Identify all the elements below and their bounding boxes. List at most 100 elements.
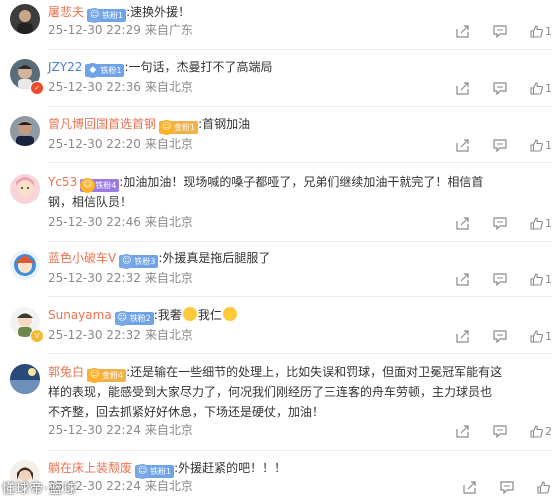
- share-button[interactable]: [456, 216, 469, 230]
- comment-icon: [492, 82, 507, 95]
- thumbs-up-icon: [537, 481, 550, 494]
- like-count: 1: [545, 81, 552, 95]
- comment-icon: [499, 481, 514, 494]
- comment-source: 来自北京: [144, 271, 193, 285]
- avatar[interactable]: [10, 174, 40, 204]
- divider: [48, 450, 552, 451]
- comment-source: 来自北京: [144, 137, 193, 151]
- like-button[interactable]: 2: [530, 424, 552, 438]
- avatar[interactable]: [10, 116, 40, 146]
- comment-item: 曾凡博回国首选首钢 ☺ 金粉1:首钢加油 25-12-30 22:20 来自北京 1: [0, 112, 560, 164]
- comment-username[interactable]: 蓝色小破车V: [48, 251, 116, 265]
- comment-source: 来自北京: [144, 479, 193, 493]
- comment-username[interactable]: 躺在床上装颓废: [48, 461, 132, 475]
- comment-text: :外援赶紧的吧！！！: [174, 461, 287, 475]
- comment-item: 郭兔白 ☺ 金粉4:还是输在一些细节的处理上，比如失误和罚球，但面对卫冕冠军能有这样…: [0, 360, 560, 452]
- reply-button[interactable]: [492, 216, 507, 230]
- reply-button[interactable]: [492, 272, 507, 286]
- reply-button[interactable]: [492, 424, 507, 438]
- comment-item: 屠悲夫 ☺ 铁粉1:速换外援！ 25-12-30 22:29 来自广东 1: [0, 0, 560, 50]
- reply-button[interactable]: [492, 81, 507, 95]
- fan-badge: ☺ 金粉1: [159, 120, 199, 135]
- share-icon: [456, 330, 469, 343]
- thumbs-up-icon: [530, 82, 543, 95]
- comment-text: :我奢: [153, 308, 182, 322]
- fan-badge: ☺ 金粉4: [87, 368, 127, 383]
- comment-text: :一句话，杰曼打不了高端局: [124, 60, 273, 74]
- comment-username[interactable]: Sunayama: [48, 308, 112, 322]
- avatar[interactable]: [10, 250, 40, 280]
- fan-badge: ☺ 铁粉4: [80, 178, 120, 193]
- share-button[interactable]: [456, 329, 469, 343]
- thumbs-up-icon: [530, 139, 543, 152]
- comment-icon: [492, 25, 507, 38]
- thumbs-up-icon: [530, 425, 543, 438]
- fan-badge: ◆ 铁粉1: [85, 63, 125, 78]
- comment-feed: 屠悲夫 ☺ 铁粉1:速换外援！ 25-12-30 22:29 来自广东 1 ✓ JZY…: [0, 0, 560, 500]
- thumbs-up-icon: [530, 217, 543, 230]
- comment-item: Yc53 ☺ 铁粉4:加油加油！现场喊的嗓子都哑了，兄弟们继续加油干就完了！相信首钢…: [0, 170, 560, 242]
- thumbs-up-icon: [530, 330, 543, 343]
- like-button[interactable]: 1: [530, 216, 552, 230]
- like-button[interactable]: 1: [530, 329, 552, 343]
- comment-icon: [492, 330, 507, 343]
- like-button[interactable]: 1: [530, 81, 552, 95]
- like-count: 2: [545, 424, 552, 438]
- comment-actions: 1: [436, 216, 552, 230]
- like-button[interactable]: 1: [530, 24, 552, 38]
- comment-username[interactable]: 郭兔白: [48, 365, 84, 379]
- comment-actions: 1: [436, 138, 552, 152]
- verified-badge-icon: V: [30, 329, 44, 343]
- reply-button[interactable]: [492, 329, 507, 343]
- comment-meta: 25-12-30 22:24 来自北京: [48, 422, 193, 438]
- comment-text: :外援真是拖后腿服了: [158, 251, 271, 265]
- like-count: 1: [545, 138, 552, 152]
- like-button[interactable]: 1: [530, 138, 552, 152]
- divider: [48, 353, 552, 354]
- comment-time: 25-12-30 22:29: [48, 23, 141, 37]
- comment-source: 来自广东: [144, 23, 193, 37]
- comment-username[interactable]: 曾凡博回国首选首钢: [48, 117, 156, 131]
- avatar[interactable]: [10, 4, 40, 34]
- share-button[interactable]: [456, 272, 469, 286]
- comment-username[interactable]: 屠悲夫: [48, 5, 84, 19]
- comment-source: 来自北京: [144, 328, 193, 342]
- thumbs-up-icon: [530, 25, 543, 38]
- comment-time: 25-12-30 22:32: [48, 271, 141, 285]
- comment-meta: 25-12-30 22:32 来自北京: [48, 327, 193, 343]
- fan-badge: ☺ 铁粉3: [119, 254, 159, 269]
- comment-meta: 25-12-30 22:36 来自北京: [48, 79, 193, 95]
- reply-button[interactable]: [492, 138, 507, 152]
- comment-actions: 1: [436, 24, 552, 38]
- comment-time: 25-12-30 22:24: [48, 423, 141, 437]
- comment-actions: [443, 480, 552, 494]
- like-button[interactable]: 1: [530, 272, 552, 286]
- smile-emoji-icon: [222, 307, 237, 321]
- share-button[interactable]: [456, 24, 469, 38]
- comment-item: V Sunayama ☺ 铁粉2:我奢 我仁 25-12-30 22:32 来自北京 1: [0, 303, 560, 355]
- like-count: 1: [545, 216, 552, 230]
- comment-username[interactable]: JZY22: [48, 60, 82, 74]
- comment-item: 蓝色小破车V ☺ 铁粉3:外援真是拖后腿服了 25-12-30 22:32 来自北京 …: [0, 246, 560, 298]
- comment-meta: 25-12-30 22:46 来自北京: [48, 214, 193, 230]
- comment-icon: [492, 139, 507, 152]
- share-button[interactable]: [456, 138, 469, 152]
- share-button[interactable]: [463, 480, 476, 494]
- reply-button[interactable]: [492, 24, 507, 38]
- share-icon: [456, 425, 469, 438]
- like-button[interactable]: [537, 480, 552, 494]
- avatar[interactable]: [10, 364, 40, 394]
- comment-item: 躺在床上装颓废 ☺ 铁粉1:外援赶紧的吧！！！ 25-12-30 22:24 来自北京: [0, 456, 560, 500]
- comment-text: :首钢加油: [198, 117, 251, 131]
- comment-actions: 1: [436, 272, 552, 286]
- share-icon: [456, 217, 469, 230]
- divider: [48, 296, 552, 297]
- comment-time: 25-12-30 22:32: [48, 328, 141, 342]
- comment-username[interactable]: Yc53: [48, 175, 77, 189]
- share-button[interactable]: [456, 81, 469, 95]
- reply-button[interactable]: [499, 480, 514, 494]
- like-count: 1: [545, 24, 552, 38]
- like-count: 1: [545, 272, 552, 286]
- share-button[interactable]: [456, 424, 469, 438]
- divider: [48, 241, 552, 242]
